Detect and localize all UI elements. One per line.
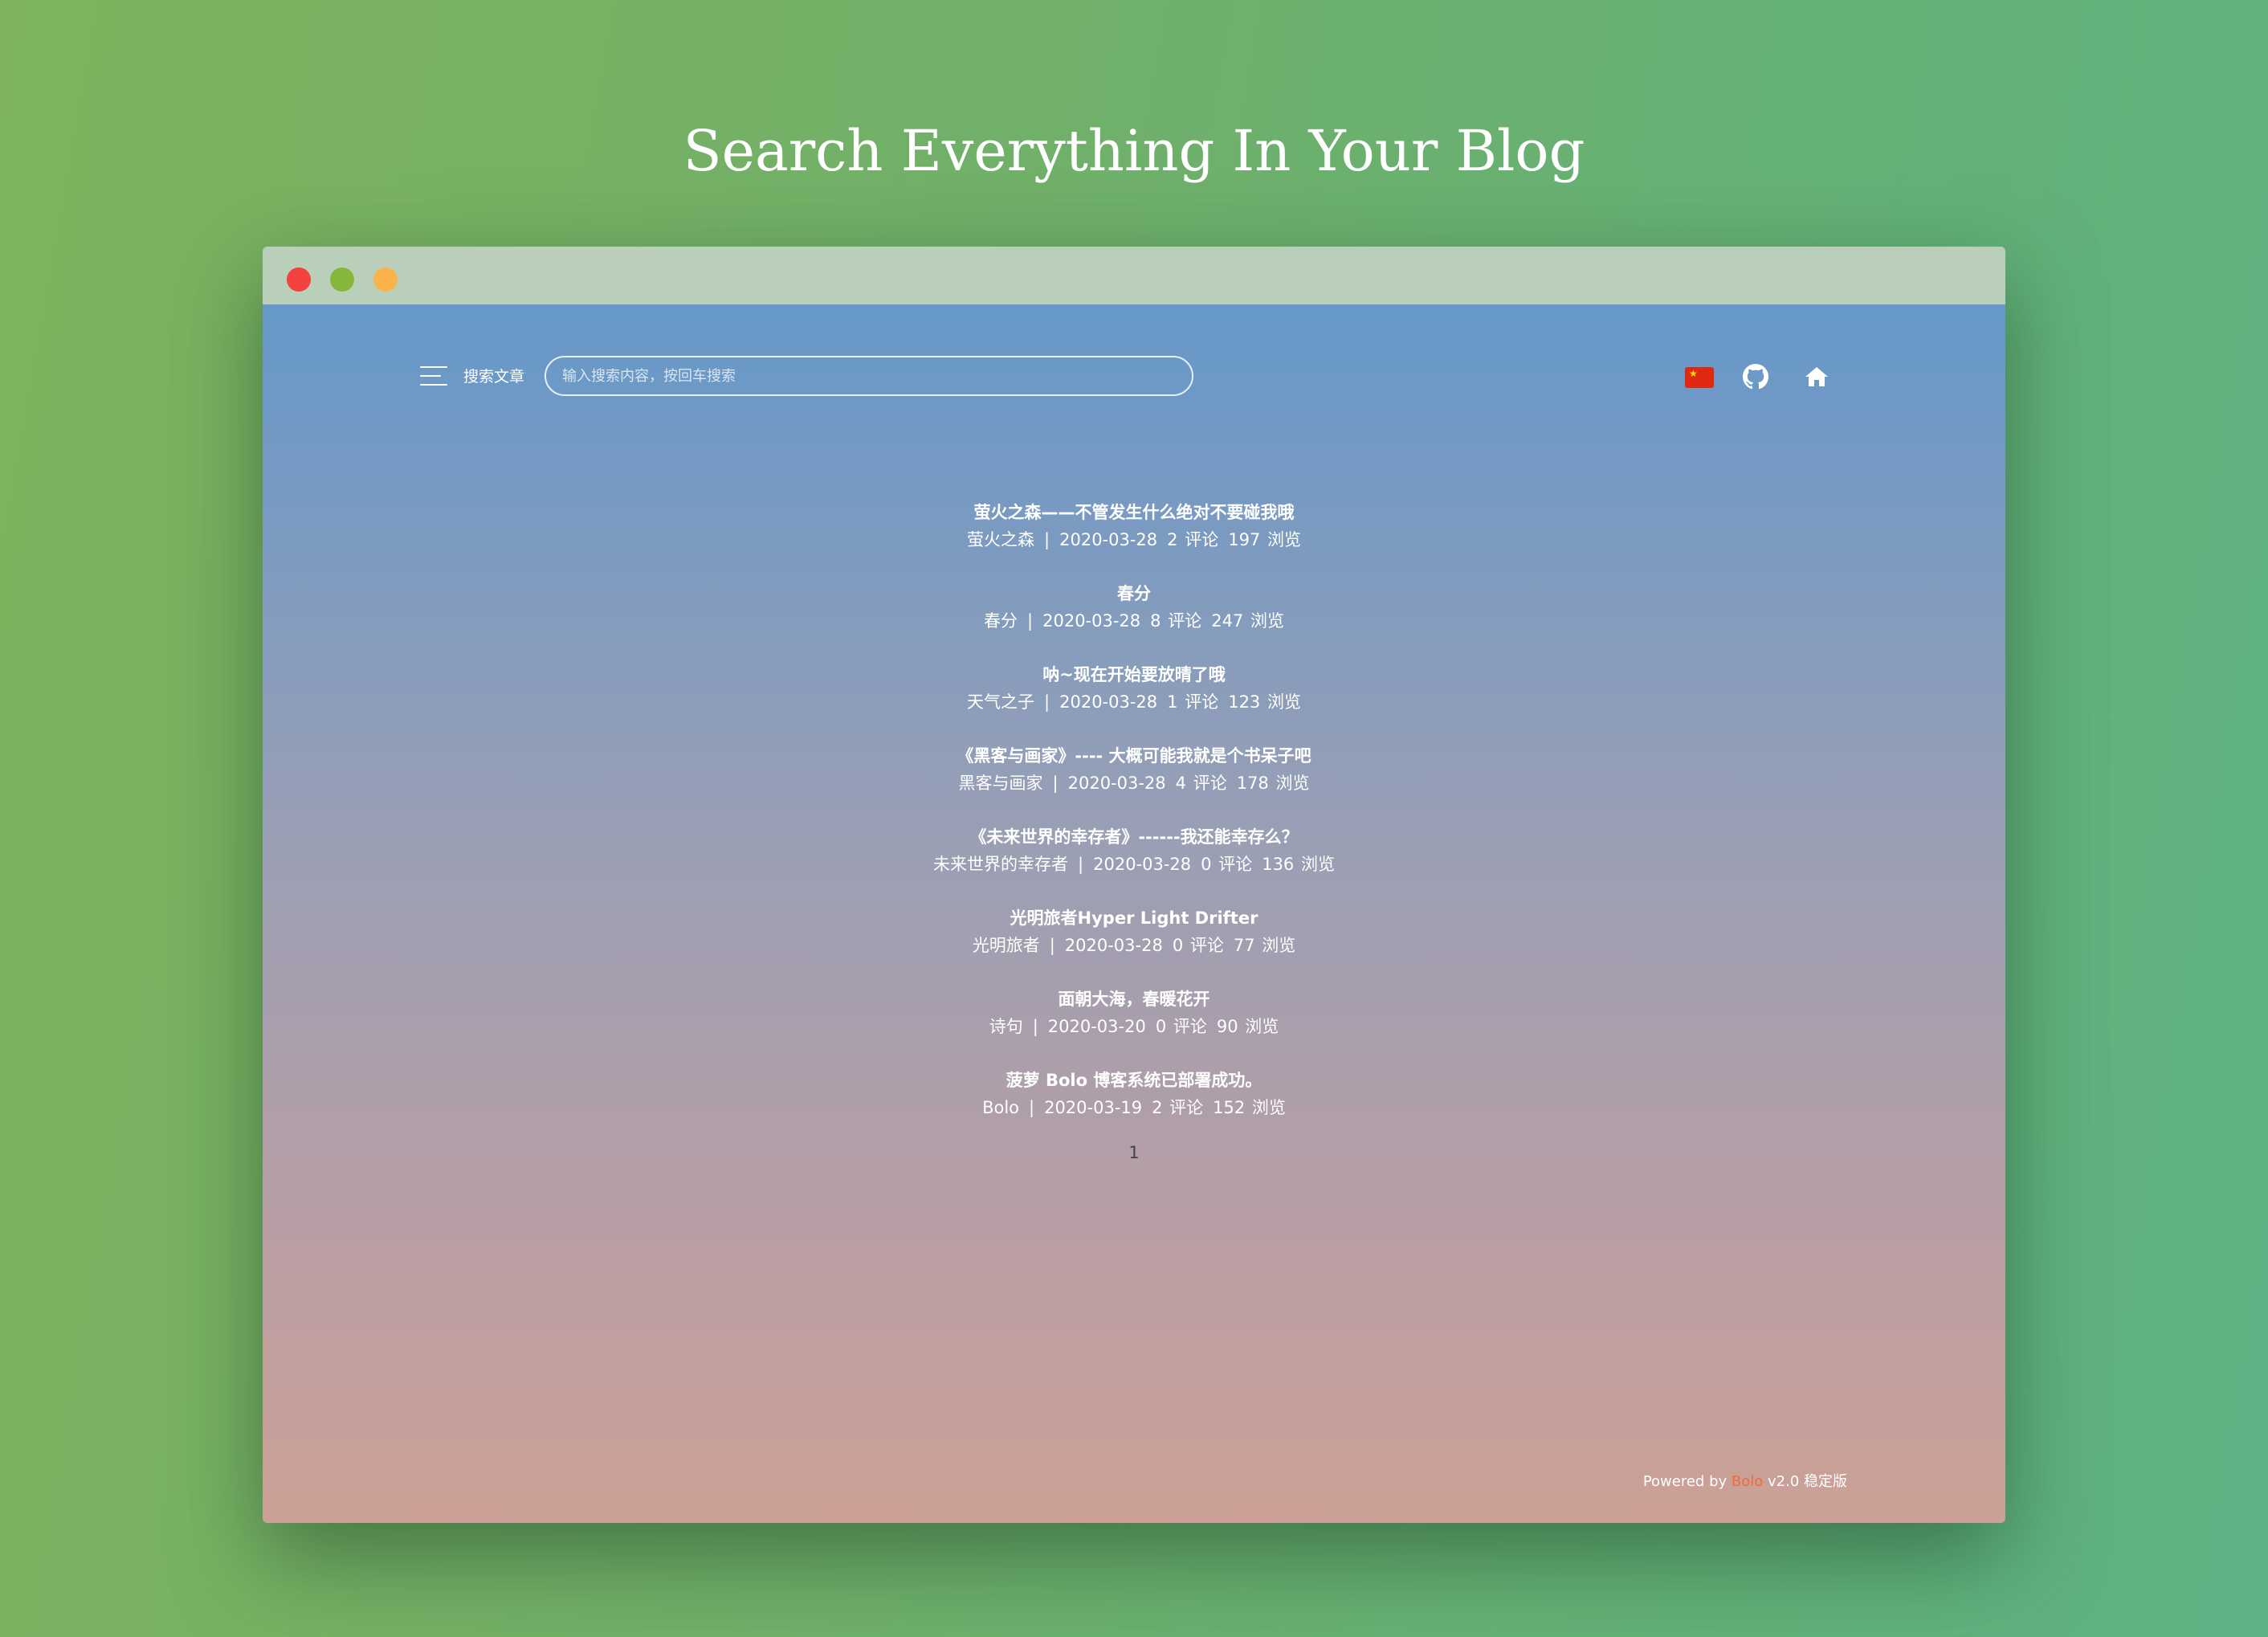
post-category-link[interactable]: 春分 bbox=[984, 611, 1018, 631]
github-icon[interactable] bbox=[1743, 364, 1768, 390]
post-date: 2020-03-28 bbox=[1093, 855, 1192, 874]
menu-icon[interactable] bbox=[420, 364, 449, 388]
post-meta: 萤火之森 | 2020-03-28 2 评论 197 浏览 bbox=[263, 526, 2005, 553]
post-date: 2020-03-19 bbox=[1044, 1098, 1143, 1117]
post-title-link[interactable]: 《黑客与画家》---- 大概可能我就是个书呆子吧 bbox=[263, 742, 2005, 770]
home-icon[interactable] bbox=[1804, 364, 1829, 390]
flag-star-icon: ★ bbox=[1689, 368, 1698, 379]
window-titlebar bbox=[263, 247, 2005, 304]
footer-brand-link[interactable]: Bolo bbox=[1732, 1473, 1763, 1490]
post-view-count: 90 浏览 bbox=[1216, 1017, 1279, 1036]
post-comment-count: 2 评论 bbox=[1152, 1098, 1204, 1117]
post-meta: 未来世界的幸存者 | 2020-03-28 0 评论 136 浏览 bbox=[263, 851, 2005, 878]
china-flag-icon[interactable]: ★ bbox=[1685, 367, 1714, 388]
post-category-link[interactable]: 黑客与画家 bbox=[959, 774, 1043, 793]
post-meta-separator: | bbox=[1032, 1017, 1038, 1036]
post-view-count: 197 浏览 bbox=[1228, 530, 1301, 549]
top-nav: 搜索文章 ★ bbox=[263, 356, 2005, 399]
post-list: 萤火之森——不管发生什么绝对不要碰我哦萤火之森 | 2020-03-28 2 评论 19… bbox=[263, 499, 2005, 1148]
post-category-link[interactable]: Bolo bbox=[982, 1098, 1019, 1117]
post-date: 2020-03-28 bbox=[1059, 530, 1158, 549]
close-window-button[interactable] bbox=[287, 267, 311, 292]
post-view-count: 178 浏览 bbox=[1236, 774, 1310, 793]
post-meta: 光明旅者 | 2020-03-28 0 评论 77 浏览 bbox=[263, 932, 2005, 959]
search-input[interactable] bbox=[545, 356, 1193, 396]
post-comment-count: 0 评论 bbox=[1155, 1017, 1207, 1036]
minimize-window-button[interactable] bbox=[330, 267, 354, 292]
post-meta-separator: | bbox=[1029, 1098, 1035, 1117]
post-meta-separator: | bbox=[1052, 774, 1059, 793]
post-comment-count: 2 评论 bbox=[1167, 530, 1219, 549]
post-view-count: 77 浏览 bbox=[1233, 936, 1296, 955]
post-meta: 黑客与画家 | 2020-03-28 4 评论 178 浏览 bbox=[263, 770, 2005, 797]
post-view-count: 136 浏览 bbox=[1262, 855, 1335, 874]
post-item: 菠萝 Bolo 博客系统已部署成功。 Bolo | 2020-03-19 2 评论 152… bbox=[263, 1067, 2005, 1148]
post-date: 2020-03-28 bbox=[1064, 936, 1163, 955]
maximize-window-button[interactable] bbox=[373, 267, 398, 292]
post-comment-count: 4 评论 bbox=[1175, 774, 1227, 793]
post-meta: Bolo | 2020-03-19 2 评论 152 浏览 bbox=[263, 1094, 2005, 1121]
post-meta-separator: | bbox=[1049, 936, 1055, 955]
post-meta-separator: | bbox=[1027, 611, 1034, 631]
post-meta-separator: | bbox=[1044, 692, 1050, 712]
footer: Powered by Bolo v2.0 稳定版 bbox=[1643, 1470, 1847, 1491]
post-title-link[interactable]: 萤火之森——不管发生什么绝对不要碰我哦 bbox=[263, 499, 2005, 526]
post-comment-count: 0 评论 bbox=[1201, 855, 1253, 874]
post-title-link[interactable]: 春分 bbox=[263, 580, 2005, 607]
post-meta-separator: | bbox=[1044, 530, 1050, 549]
blog-content: 搜索文章 ★ 萤火之森——不管发生什么绝对不要碰我哦萤火之森 | 2020-03-2… bbox=[263, 304, 2005, 1523]
post-item: 《黑客与画家》---- 大概可能我就是个书呆子吧黑客与画家 | 2020-03-28… bbox=[263, 742, 2005, 823]
footer-powered-by: Powered by bbox=[1642, 1473, 1728, 1490]
footer-version: v2.0 稳定版 bbox=[1768, 1473, 1847, 1490]
post-date: 2020-03-28 bbox=[1067, 774, 1166, 793]
post-title-link[interactable]: 《未来世界的幸存者》------我还能幸存么？ bbox=[263, 823, 2005, 851]
post-date: 2020-03-20 bbox=[1047, 1017, 1146, 1036]
post-item: 萤火之森——不管发生什么绝对不要碰我哦萤火之森 | 2020-03-28 2 评论 19… bbox=[263, 499, 2005, 580]
post-category-link[interactable]: 天气之子 bbox=[967, 692, 1034, 712]
post-item: 面朝大海，春暖花开诗句 | 2020-03-20 0 评论 90 浏览 bbox=[263, 986, 2005, 1067]
post-date: 2020-03-28 bbox=[1042, 611, 1141, 631]
post-meta-separator: | bbox=[1078, 855, 1084, 874]
post-view-count: 247 浏览 bbox=[1211, 611, 1284, 631]
post-date: 2020-03-28 bbox=[1059, 692, 1158, 712]
post-item: 呐~现在开始要放晴了哦天气之子 | 2020-03-28 1 评论 123 浏览 bbox=[263, 661, 2005, 742]
post-title-link[interactable]: 面朝大海，春暖花开 bbox=[263, 986, 2005, 1013]
post-title-link[interactable]: 呐~现在开始要放晴了哦 bbox=[263, 661, 2005, 688]
post-comment-count: 0 评论 bbox=[1172, 936, 1224, 955]
post-item: 《未来世界的幸存者》------我还能幸存么？ 未来世界的幸存者 | 2020-03-… bbox=[263, 823, 2005, 904]
post-view-count: 123 浏览 bbox=[1228, 692, 1301, 712]
search-articles-label[interactable]: 搜索文章 bbox=[463, 365, 524, 388]
post-item: 光明旅者Hyper Light Drifter 光明旅者 | 2020-03-28 0 … bbox=[263, 904, 2005, 986]
post-item: 春分 春分 | 2020-03-28 8 评论 247 浏览 bbox=[263, 580, 2005, 661]
browser-window: 搜索文章 ★ 萤火之森——不管发生什么绝对不要碰我哦萤火之森 | 2020-03-2… bbox=[263, 247, 2005, 1523]
post-view-count: 152 浏览 bbox=[1213, 1098, 1286, 1117]
post-category-link[interactable]: 光明旅者 bbox=[973, 936, 1040, 955]
post-category-link[interactable]: 诗句 bbox=[989, 1017, 1023, 1036]
post-category-link[interactable]: 未来世界的幸存者 bbox=[933, 855, 1068, 874]
page-headline: Search Everything In Your Blog bbox=[683, 118, 1585, 184]
post-comment-count: 1 评论 bbox=[1167, 692, 1219, 712]
post-meta: 诗句 | 2020-03-20 0 评论 90 浏览 bbox=[263, 1013, 2005, 1040]
post-title-link[interactable]: 菠萝 Bolo 博客系统已部署成功。 bbox=[263, 1067, 2005, 1094]
post-comment-count: 8 评论 bbox=[1150, 611, 1202, 631]
pagination-current-page[interactable]: 1 bbox=[263, 1143, 2005, 1162]
post-category-link[interactable]: 萤火之森 bbox=[967, 530, 1034, 549]
post-title-link[interactable]: 光明旅者Hyper Light Drifter bbox=[263, 904, 2005, 932]
post-meta: 春分 | 2020-03-28 8 评论 247 浏览 bbox=[263, 607, 2005, 635]
post-meta: 天气之子 | 2020-03-28 1 评论 123 浏览 bbox=[263, 688, 2005, 716]
